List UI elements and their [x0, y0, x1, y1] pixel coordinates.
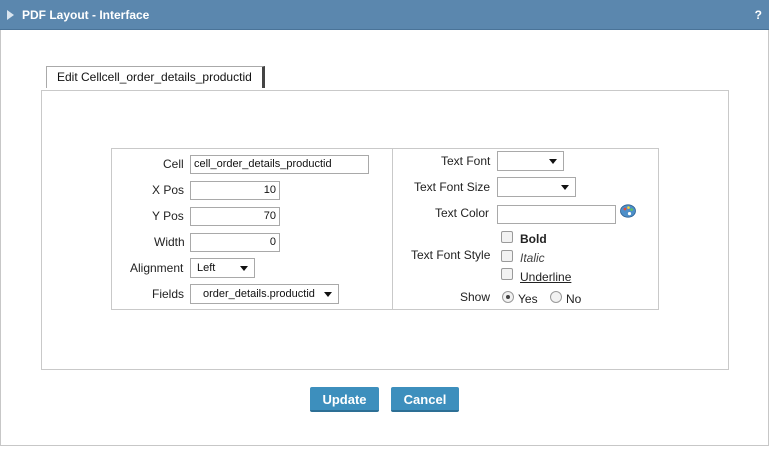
- width-input[interactable]: 0: [190, 233, 280, 252]
- bold-checkbox[interactable]: [501, 231, 513, 243]
- show-label: Show: [460, 290, 491, 304]
- text-font-style-label: Text Font Style: [411, 248, 491, 262]
- fields-select[interactable]: order_details.productid: [190, 284, 339, 304]
- show-no-radio[interactable]: [550, 291, 562, 303]
- alignment-select-value: Left: [197, 262, 216, 274]
- show-no-label: No: [566, 292, 582, 306]
- italic-checkbox[interactable]: [501, 250, 513, 262]
- help-button[interactable]: ?: [755, 8, 762, 22]
- underline-label: Underline: [520, 270, 572, 284]
- window-title: PDF Layout - Interface: [22, 8, 150, 22]
- xpos-input[interactable]: 10: [190, 181, 280, 200]
- alignment-label: Alignment: [130, 261, 184, 275]
- text-font-size-label: Text Font Size: [414, 180, 491, 194]
- window-titlebar: PDF Layout - Interface ?: [0, 0, 769, 30]
- tab-edit-cell[interactable]: Edit Cellcell_order_details_productid: [46, 66, 265, 88]
- italic-label: Italic: [520, 251, 545, 265]
- alignment-select[interactable]: Left: [190, 258, 255, 278]
- cell-name-input[interactable]: cell_order_details_productid: [190, 155, 369, 174]
- ypos-label: Y Pos: [152, 209, 184, 223]
- cancel-button[interactable]: Cancel: [391, 387, 459, 412]
- chevron-down-icon: [549, 159, 557, 164]
- text-color-label: Text Color: [435, 206, 490, 220]
- width-label: Width: [154, 235, 185, 249]
- bold-label: Bold: [520, 232, 547, 246]
- form-divider: [392, 149, 393, 309]
- chevron-down-icon: [324, 292, 332, 297]
- fields-label: Fields: [152, 287, 185, 301]
- underline-checkbox[interactable]: [501, 268, 513, 280]
- ypos-input[interactable]: 70: [190, 207, 280, 226]
- text-font-size-select[interactable]: [497, 177, 576, 197]
- chevron-down-icon: [240, 266, 248, 271]
- show-yes-label: Yes: [518, 292, 538, 306]
- cell-label: Cell: [163, 157, 184, 171]
- chevron-down-icon: [561, 185, 569, 190]
- text-color-input[interactable]: [497, 205, 616, 224]
- collapse-arrow-icon[interactable]: [7, 10, 14, 20]
- text-font-select[interactable]: [497, 151, 564, 171]
- show-yes-radio[interactable]: [502, 291, 514, 303]
- text-font-label: Text Font: [441, 154, 491, 168]
- fields-select-value: order_details.productid: [203, 288, 315, 300]
- color-palette-icon[interactable]: [620, 204, 636, 218]
- xpos-label: X Pos: [152, 183, 185, 197]
- update-button[interactable]: Update: [310, 387, 379, 412]
